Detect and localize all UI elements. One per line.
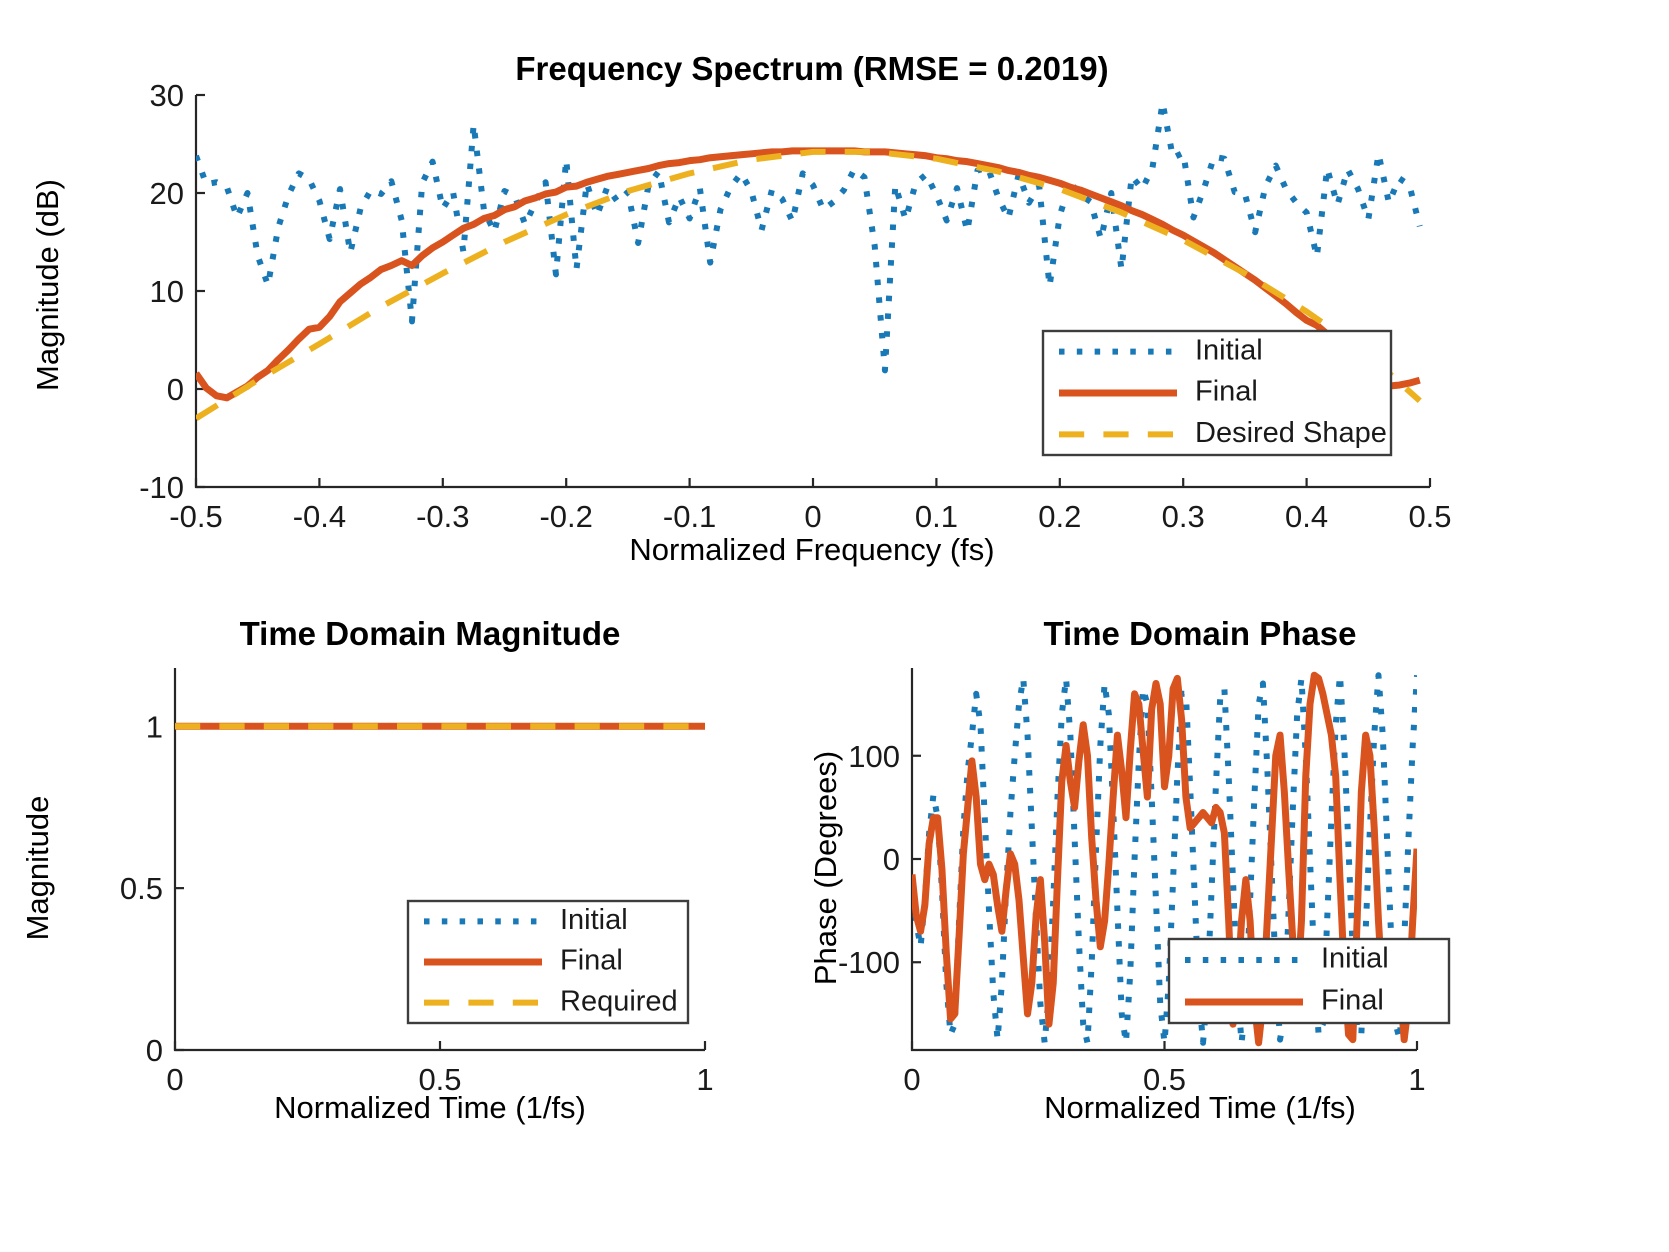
frequency-spectrum-ytick: 10 <box>150 274 184 309</box>
time-domain-phase-legend-label: Initial <box>1321 943 1389 975</box>
time-domain-phase-xtick: 0.5 <box>1143 1062 1186 1097</box>
frequency-spectrum-panel: Frequency Spectrum (RMSE = 0.2019) Norma… <box>0 0 1669 590</box>
time-domain-phase-legend[interactable]: Initial Final <box>1167 937 1451 1025</box>
frequency-spectrum-legend-label: Desired Shape <box>1195 417 1387 449</box>
frequency-spectrum-plot-area: -0.5 -0.4 -0.3 -0.2 -0.1 0 0.1 0.2 0.3 0.4 0.5-100… <box>139 78 1451 534</box>
time-domain-phase-legend-label: Final <box>1321 985 1384 1017</box>
time-domain-magnitude-title: Time Domain Magnitude <box>240 615 621 652</box>
time-domain-phase-ytick: 100 <box>848 739 900 774</box>
frequency-spectrum-legend-label: Initial <box>1195 334 1263 366</box>
time-domain-magnitude-legend-label: Final <box>560 945 623 977</box>
frequency-spectrum-xtick: -0.3 <box>416 499 469 534</box>
frequency-spectrum-title: Frequency Spectrum (RMSE = 0.2019) <box>515 50 1108 87</box>
frequency-spectrum-xtick: 0 <box>804 499 821 534</box>
time-domain-magnitude-legend[interactable]: Initial Final Required <box>406 899 690 1025</box>
frequency-spectrum-xtick: 0.4 <box>1285 499 1328 534</box>
time-domain-magnitude-panel: Time Domain Magnitude Normalized Time (1… <box>0 590 800 1252</box>
frequency-spectrum-xtick: -0.1 <box>663 499 716 534</box>
frequency-spectrum-ytick: 0 <box>167 372 184 407</box>
time-domain-magnitude-xtick: 0 <box>166 1062 183 1097</box>
frequency-spectrum-legend[interactable]: Initial Final Desired Shape <box>1041 329 1393 457</box>
frequency-spectrum-xtick: 0.5 <box>1408 499 1451 534</box>
time-domain-phase-ytick: -100 <box>838 945 900 980</box>
time-domain-magnitude-xtick: 1 <box>696 1062 713 1097</box>
time-domain-magnitude-svg: Time Domain Magnitude Normalized Time (1… <box>20 615 714 1125</box>
frequency-spectrum-ytick: 30 <box>150 78 184 113</box>
frequency-spectrum-xtick: 0.2 <box>1038 499 1081 534</box>
time-domain-phase-xlabel: Normalized Time (1/fs) <box>1044 1090 1356 1125</box>
time-domain-phase-ytick: 0 <box>883 842 900 877</box>
frequency-spectrum-ylabel: Magnitude (dB) <box>30 179 65 391</box>
frequency-spectrum-xlabel: Normalized Frequency (fs) <box>629 532 994 567</box>
time-domain-magnitude-ylabel: Magnitude <box>20 796 55 941</box>
frequency-spectrum-legend-label: Final <box>1195 376 1258 408</box>
frequency-spectrum-ytick: 20 <box>150 176 184 211</box>
time-domain-phase-xtick: 0 <box>903 1062 920 1097</box>
time-domain-magnitude-ytick: 1 <box>146 709 163 744</box>
time-domain-magnitude-legend-label: Required <box>560 985 678 1017</box>
time-domain-phase-panel: Time Domain Phase Normalized Time (1/fs)… <box>800 590 1669 1252</box>
time-domain-magnitude-plot-area: 0 0.5 1 0 0.5 1 Initial Final Required <box>120 668 714 1097</box>
time-domain-phase-plot-area: 0 0.5 1 -100 0 100 Initial Final <box>838 668 1451 1097</box>
frequency-spectrum-xtick: 0.3 <box>1162 499 1205 534</box>
frequency-spectrum-xtick: 0.1 <box>915 499 958 534</box>
frequency-spectrum-xtick: -0.4 <box>293 499 346 534</box>
time-domain-phase-svg: Time Domain Phase Normalized Time (1/fs)… <box>808 615 1451 1125</box>
frequency-spectrum-svg: Frequency Spectrum (RMSE = 0.2019) Norma… <box>30 50 1452 567</box>
frequency-spectrum-ytick: -10 <box>139 470 184 505</box>
time-domain-magnitude-xtick: 0.5 <box>418 1062 461 1097</box>
time-domain-phase-xtick: 1 <box>1408 1062 1425 1097</box>
time-domain-phase-title: Time Domain Phase <box>1043 615 1356 652</box>
frequency-spectrum-xtick: -0.2 <box>539 499 592 534</box>
matlab-figure: Frequency Spectrum (RMSE = 0.2019) Norma… <box>0 0 1669 1252</box>
time-domain-magnitude-ytick: 0 <box>146 1033 163 1068</box>
time-domain-magnitude-ytick: 0.5 <box>120 871 163 906</box>
time-domain-magnitude-legend-label: Initial <box>560 904 628 936</box>
